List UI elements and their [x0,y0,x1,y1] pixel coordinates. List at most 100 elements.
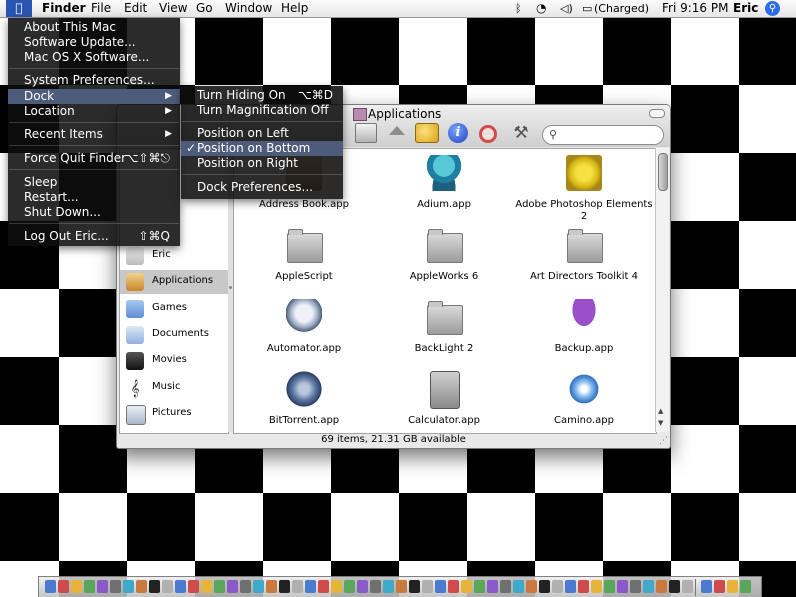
sidebar-item-eric[interactable]: Eric [120,244,228,268]
dock-app-icon[interactable] [357,580,368,593]
dock-app-icon[interactable] [383,580,394,593]
menu-help[interactable]: Help [281,1,308,16]
menu-item-about[interactable]: About This Mac [8,20,180,35]
dock-app-icon[interactable] [188,580,199,593]
user-menu[interactable]: Eric [733,1,758,16]
dock-app-icon[interactable] [604,580,615,593]
dock-app-icon[interactable] [552,580,563,593]
menu-window[interactable]: Window [225,1,272,16]
dock-app-icon[interactable] [656,580,667,593]
file-item-calculator[interactable]: Calculator.app [374,371,514,433]
menu-item-system-preferences[interactable]: System Preferences... [8,73,180,88]
dock-app-icon[interactable] [71,580,82,593]
sidebar-item-documents[interactable]: Documents [120,323,228,347]
dock-app-icon[interactable] [149,580,160,593]
scroll-up-arrow-icon[interactable]: ▲ [658,407,663,415]
dock-app-icon[interactable] [617,580,628,593]
menu-item-recent-items[interactable]: Recent Items ▶ [8,127,180,142]
scroll-down-arrow-icon[interactable]: ▼ [658,419,663,427]
resize-grip-icon[interactable]: ⋰ [659,436,668,446]
battery-status[interactable]: (Charged) [594,1,649,16]
dock-app-icon[interactable] [461,580,472,593]
dock-app-icon[interactable] [97,580,108,593]
dock-app-icon[interactable] [565,580,576,593]
dock-app-icon[interactable] [331,580,342,593]
get-info-icon[interactable]: i [448,123,468,143]
menu-item-force-quit[interactable]: Force Quit Finder ⌥⇧⌘⎋ [8,151,180,166]
dock-app-icon[interactable] [175,580,186,593]
file-item-bittorrent[interactable]: BitTorrent.app [234,371,374,433]
menu-item-restart[interactable]: Restart... [8,190,180,205]
dock-app-icon[interactable] [240,580,251,593]
dock-app-icon[interactable] [539,580,550,593]
spotlight-icon[interactable]: ⚲ [765,1,780,16]
sidebar-item-pictures[interactable]: Pictures [120,402,228,426]
sidebar-item-applications[interactable]: Applications [120,270,228,294]
dock-app-icon[interactable] [84,580,95,593]
dock-app-icon[interactable] [318,580,329,593]
apple-logo-icon[interactable]:  [6,0,32,17]
dock-app-icon[interactable] [435,580,446,593]
menu-item-position-left[interactable]: Position on Left [181,126,343,141]
dock-app-icon[interactable] [279,580,290,593]
menu-edit[interactable]: Edit [124,1,147,16]
dock-app-icon[interactable] [227,580,238,593]
menu-item-macosx-software[interactable]: Mac OS X Software... [8,50,180,65]
dock-app-icon[interactable] [110,580,121,593]
dock-app-icon[interactable] [344,580,355,593]
eject-icon[interactable] [389,126,405,135]
menu-item-turn-hiding-on[interactable]: Turn Hiding On ⌥⌘D [181,88,343,103]
computer-icon[interactable] [355,123,377,143]
battery-icon[interactable]: ▭ [582,1,592,16]
menu-item-software-update[interactable]: Software Update... [8,35,180,50]
dock-app-icon[interactable] [643,580,654,593]
dock-app-icon[interactable] [305,580,316,593]
menubar-clock[interactable]: Fri 9:16 PM [662,1,728,16]
dock-app-icon[interactable] [630,580,641,593]
bluetooth-icon[interactable]: ᛒ [515,1,522,16]
delete-icon[interactable] [479,125,497,143]
dock-app-icon[interactable] [474,580,485,593]
burn-icon[interactable] [415,123,439,143]
menu-item-position-bottom[interactable]: ✓ Position on Bottom [181,141,343,156]
toolbar-toggle-button[interactable] [649,109,665,118]
menu-item-location[interactable]: Location ▶ [8,104,180,119]
menu-item-dock-preferences[interactable]: Dock Preferences... [181,180,343,195]
dock-app-icon[interactable] [370,580,381,593]
wifi-icon[interactable]: ◔ [536,1,546,16]
dock-app-icon[interactable] [162,580,173,593]
file-item-appleworks[interactable]: AppleWorks 6 [374,227,514,297]
file-item-camino[interactable]: Camino.app [514,371,654,433]
dock-app-icon[interactable] [500,580,511,593]
dock-app-icon[interactable] [526,580,537,593]
dock-app-icon[interactable] [292,580,303,593]
dock-app-icon[interactable] [740,580,751,593]
menu-item-position-right[interactable]: Position on Right [181,156,343,171]
dock-app-icon[interactable] [214,580,225,593]
menu-item-log-out[interactable]: Log Out Eric... ⇧⌘Q [8,229,180,244]
dock-app-icon[interactable] [201,580,212,593]
dock-app-icon[interactable] [669,580,680,593]
menu-item-dock[interactable]: Dock ▶ [8,89,180,104]
file-item-automator[interactable]: Automator.app [234,299,374,369]
dock-app-icon[interactable] [448,580,459,593]
file-item-backup[interactable]: Backup.app [514,299,654,369]
dock-app-icon[interactable] [123,580,134,593]
menu-item-turn-magnification-off[interactable]: Turn Magnification Off [181,103,343,118]
file-item-art-directors-toolkit[interactable]: Art Directors Toolkit 4 [514,227,654,297]
dock-app-icon[interactable] [513,580,524,593]
sidebar-item-games[interactable]: Games [120,297,228,321]
menu-item-sleep[interactable]: Sleep [8,175,180,190]
dock-app-icon[interactable] [409,580,420,593]
dock-app-icon[interactable] [253,580,264,593]
file-item-adium[interactable]: Adium.app [374,155,514,225]
file-item-applescript[interactable]: AppleScript [234,227,374,297]
dock-app-icon[interactable] [45,580,56,593]
dock-app-icon[interactable] [58,580,69,593]
dock-app-icon[interactable] [701,580,712,593]
dock-app-icon[interactable] [714,580,725,593]
menu-view[interactable]: View [159,1,187,16]
dock-app-icon[interactable] [578,580,589,593]
search-input[interactable]: ⚲ [542,125,664,145]
scrollbar-thumb[interactable] [658,153,668,191]
